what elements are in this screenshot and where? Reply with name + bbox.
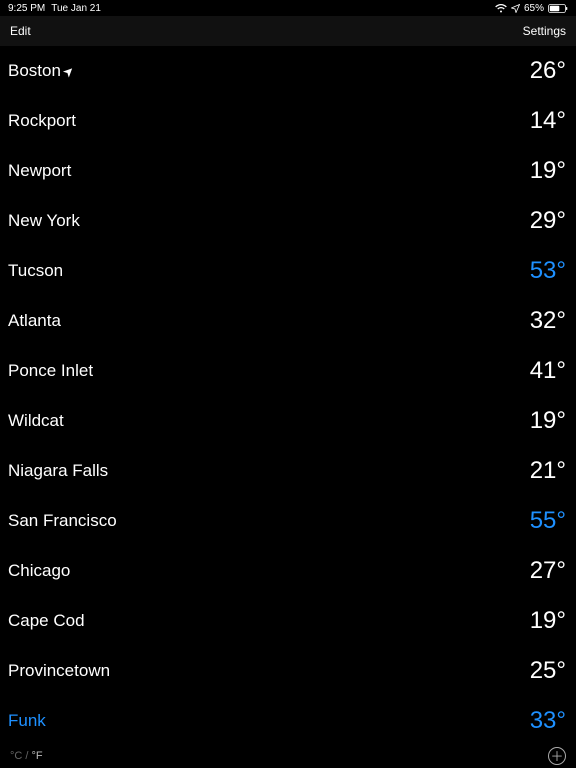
- city-name: Cape Cod: [8, 611, 85, 631]
- unit-fahrenheit: °F: [32, 750, 43, 762]
- status-battery: 65%: [524, 3, 544, 14]
- plus-icon: ＋: [550, 750, 563, 763]
- status-date: Tue Jan 21: [51, 3, 101, 14]
- unit-separator: /: [22, 750, 31, 762]
- status-bar: 9:25 PM Tue Jan 21 65%: [0, 0, 576, 16]
- city-name: New York: [8, 211, 80, 231]
- city-name: Newport: [8, 161, 71, 181]
- location-row[interactable]: Chicago 27°: [0, 546, 576, 596]
- city-name: Tucson: [8, 261, 63, 281]
- temperature-value: 26°: [530, 57, 566, 85]
- location-row[interactable]: Wildcat 19°: [0, 396, 576, 446]
- city-name: Niagara Falls: [8, 461, 108, 481]
- temperature-value: 19°: [530, 607, 566, 635]
- temperature-value: 27°: [530, 557, 566, 585]
- location-row[interactable]: Atlanta 32°: [0, 296, 576, 346]
- temperature-value: 32°: [530, 307, 566, 335]
- city-name: Boston➤: [8, 61, 74, 81]
- wifi-icon: [495, 4, 507, 13]
- city-name: San Francisco: [8, 511, 117, 531]
- city-name: Wildcat: [8, 411, 64, 431]
- unit-toggle[interactable]: °C / °F: [10, 750, 43, 762]
- city-name: Atlanta: [8, 311, 61, 331]
- add-location-button[interactable]: ＋: [548, 747, 566, 765]
- status-time: 9:25 PM: [8, 3, 45, 14]
- city-name: Provincetown: [8, 661, 110, 681]
- location-row[interactable]: Funk 33°: [0, 696, 576, 744]
- temperature-value: 53°: [530, 257, 566, 285]
- footer-bar: °C / °F ＋: [0, 744, 576, 768]
- nav-bar: Edit Settings: [0, 16, 576, 46]
- location-row[interactable]: New York 29°: [0, 196, 576, 246]
- city-name: Ponce Inlet: [8, 361, 93, 381]
- location-row[interactable]: Newport 19°: [0, 146, 576, 196]
- settings-button[interactable]: Settings: [523, 24, 566, 38]
- temperature-value: 41°: [530, 357, 566, 385]
- location-row[interactable]: Ponce Inlet 41°: [0, 346, 576, 396]
- location-row[interactable]: Boston➤ 26°: [0, 46, 576, 96]
- status-left: 9:25 PM Tue Jan 21: [8, 3, 101, 14]
- temperature-value: 19°: [530, 157, 566, 185]
- temperature-value: 19°: [530, 407, 566, 435]
- city-name: Funk: [8, 711, 46, 731]
- temperature-value: 33°: [530, 707, 566, 735]
- location-row[interactable]: Provincetown 25°: [0, 646, 576, 696]
- battery-icon: [548, 4, 568, 13]
- location-row[interactable]: Niagara Falls 21°: [0, 446, 576, 496]
- status-right: 65%: [495, 3, 568, 14]
- temperature-value: 29°: [530, 207, 566, 235]
- temperature-value: 55°: [530, 507, 566, 535]
- city-name: Chicago: [8, 561, 70, 581]
- location-services-icon: [511, 4, 520, 13]
- location-row[interactable]: San Francisco 55°: [0, 496, 576, 546]
- location-arrow-icon: ➤: [60, 63, 77, 80]
- temperature-value: 21°: [530, 457, 566, 485]
- edit-button[interactable]: Edit: [10, 24, 31, 38]
- location-row[interactable]: Rockport 14°: [0, 96, 576, 146]
- city-name: Rockport: [8, 111, 76, 131]
- location-row[interactable]: Cape Cod 19°: [0, 596, 576, 646]
- temperature-value: 25°: [530, 657, 566, 685]
- location-row[interactable]: Tucson 53°: [0, 246, 576, 296]
- temperature-value: 14°: [530, 107, 566, 135]
- unit-celsius: °C: [10, 750, 22, 762]
- locations-list: Boston➤ 26° Rockport 14° Newport 19° New York 2…: [0, 46, 576, 744]
